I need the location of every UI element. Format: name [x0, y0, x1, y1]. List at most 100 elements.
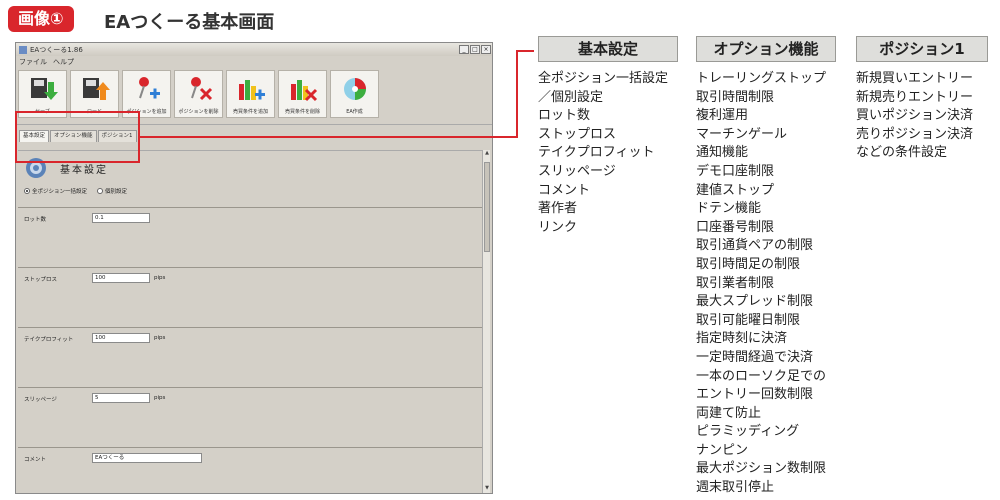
list-item: マーチンゲール	[696, 126, 788, 142]
menu-file[interactable]: ファイル	[19, 57, 47, 67]
menu-help[interactable]: ヘルプ	[53, 57, 74, 67]
callout-highlight	[15, 111, 140, 163]
list-item: 一本のローソク足での	[696, 368, 827, 384]
delete-condition-label: 売買条件を削除	[284, 109, 320, 115]
divider	[18, 267, 482, 268]
list-item: デモ口座制限	[696, 163, 775, 179]
comment-label: コメント	[24, 457, 47, 463]
radio-individual-label: 個別設定	[105, 189, 128, 195]
takeprofit-input[interactable]: 100	[92, 333, 150, 343]
callout-connector	[516, 50, 518, 138]
list-item: ナンピン	[696, 442, 749, 458]
radio-all-positions-label: 全ポジション一括設定	[32, 189, 88, 195]
title-bar: EAつくーる1.86 _ □ ×	[16, 43, 492, 56]
options-heading: オプション機能	[696, 36, 836, 62]
lot-label: ロット数	[24, 217, 47, 223]
stoploss-input[interactable]: 100	[92, 273, 150, 283]
list-item: エントリー回数制限	[696, 387, 814, 403]
figure-badge: 画像①	[8, 6, 74, 32]
stoploss-unit: pips	[154, 275, 166, 281]
radio-all-positions-dot	[24, 188, 30, 194]
callout-connector	[516, 50, 534, 52]
list-item: 売りポジション決済	[856, 126, 974, 142]
list-item: 建値ストップ	[696, 182, 775, 198]
list-item: トレーリングストップ	[696, 71, 827, 86]
list-item: 一定時間経過で決済	[696, 349, 814, 365]
list-item: ストップロス	[538, 126, 617, 142]
stoploss-label: ストップロス	[24, 277, 58, 283]
position-column: ポジション1 新規買いエントリー 新規売りエントリー 買いポジション決済 売りポ…	[856, 36, 988, 163]
list-item: 全ポジション一括設定	[538, 71, 669, 86]
delete-position-button[interactable]: ポジションを削除	[174, 70, 223, 118]
list-item: 著作者	[538, 201, 578, 217]
list-item: ドテン機能	[696, 201, 762, 217]
app-window: EAつくーる1.86 _ □ × ファイル ヘルプ セーブ ロード ポジションを…	[15, 42, 493, 494]
list-item: ピラミッディング	[696, 424, 800, 440]
list-item: 取引業者制限	[696, 275, 775, 291]
create-ea-label: EA作成	[346, 109, 363, 115]
list-item: 週末取引停止	[696, 480, 775, 496]
ea-create-disc-icon	[343, 78, 366, 100]
add-position-pin-icon	[138, 77, 160, 99]
position-list: 新規買いエントリー 新規売りエントリー 買いポジション決済 売りポジション決済 …	[856, 70, 988, 163]
lot-input[interactable]: 0.1	[92, 213, 150, 223]
position-heading: ポジション1	[856, 36, 988, 62]
takeprofit-unit: pips	[154, 335, 166, 341]
menu-bar: ファイル ヘルプ	[16, 56, 492, 67]
create-ea-button[interactable]: EA作成	[330, 70, 379, 118]
maximize-button[interactable]: □	[470, 45, 480, 54]
minimize-button[interactable]: _	[459, 45, 469, 54]
list-item: 取引通貨ペアの制限	[696, 238, 814, 254]
slippage-input[interactable]: 5	[92, 393, 150, 403]
window-title: EAつくーる1.86	[30, 45, 83, 54]
takeprofit-label: テイクプロフィット	[24, 337, 74, 343]
list-item: 新規買いエントリー	[856, 71, 974, 86]
save-download-icon	[30, 78, 58, 100]
radio-all-positions[interactable]: 全ポジション一括設定	[24, 187, 87, 195]
figure-title: EAつくーる基本画面	[104, 12, 275, 33]
load-upload-icon	[82, 78, 110, 100]
settings-panel: 基本設定 全ポジション一括設定 個別設定 ロット数 0.1 ストップロス 100…	[18, 150, 482, 493]
basic-settings-list: 全ポジション一括設定 ／個別設定 ロット数 ストップロス テイクプロフィット ス…	[538, 70, 678, 237]
list-item: 最大スプレッド制限	[696, 294, 814, 310]
list-item: 通知機能	[696, 145, 749, 161]
add-condition-button[interactable]: 売買条件を追加	[226, 70, 275, 118]
list-item: 買いポジション決済	[856, 108, 974, 124]
options-column: オプション機能 トレーリングストップ 取引時間制限 複利運用 マーチンゲール 通…	[696, 36, 836, 498]
list-item: リンク	[538, 219, 578, 235]
divider	[18, 207, 482, 208]
list-item: スリッページ	[538, 163, 616, 179]
list-item: ロット数	[538, 108, 591, 124]
radio-individual-dot	[97, 188, 104, 194]
scroll-up-icon[interactable]: ▲	[483, 150, 491, 158]
divider	[18, 327, 482, 328]
divider	[18, 447, 482, 448]
list-item: 取引時間足の制限	[696, 256, 801, 272]
comment-input[interactable]: EAつくーる	[92, 453, 202, 463]
list-item: 両建て防止	[696, 405, 762, 421]
add-condition-label: 売買条件を追加	[232, 109, 268, 115]
list-item: 最大ポジション数制限	[696, 461, 827, 477]
list-item: 複利運用	[696, 108, 749, 124]
delete-condition-button[interactable]: 売買条件を削除	[278, 70, 327, 118]
list-item: 取引可能曜日制限	[696, 312, 801, 328]
list-item: ／個別設定	[538, 89, 604, 105]
delete-position-label: ポジションを削除	[178, 109, 219, 115]
delete-condition-chart-icon	[290, 80, 317, 102]
divider	[18, 387, 482, 388]
delete-position-pin-icon	[190, 77, 212, 101]
slippage-label: スリッページ	[24, 397, 57, 403]
scroll-thumb[interactable]	[484, 162, 490, 252]
list-item: 指定時刻に決済	[696, 331, 788, 347]
list-item: テイクプロフィット	[538, 145, 655, 161]
vertical-scrollbar[interactable]: ▲ ▼	[482, 150, 490, 493]
list-item: 取引時間制限	[696, 89, 775, 105]
list-item: コメント	[538, 182, 591, 198]
app-icon	[19, 45, 27, 54]
radio-individual[interactable]: 個別設定	[97, 187, 127, 195]
list-item: などの条件設定	[856, 145, 948, 161]
slippage-unit: pips	[154, 395, 166, 401]
scroll-down-icon[interactable]: ▼	[483, 485, 491, 493]
basic-settings-column: 基本設定 全ポジション一括設定 ／個別設定 ロット数 ストップロス テイクプロフ…	[538, 36, 678, 237]
close-button[interactable]: ×	[481, 45, 491, 54]
